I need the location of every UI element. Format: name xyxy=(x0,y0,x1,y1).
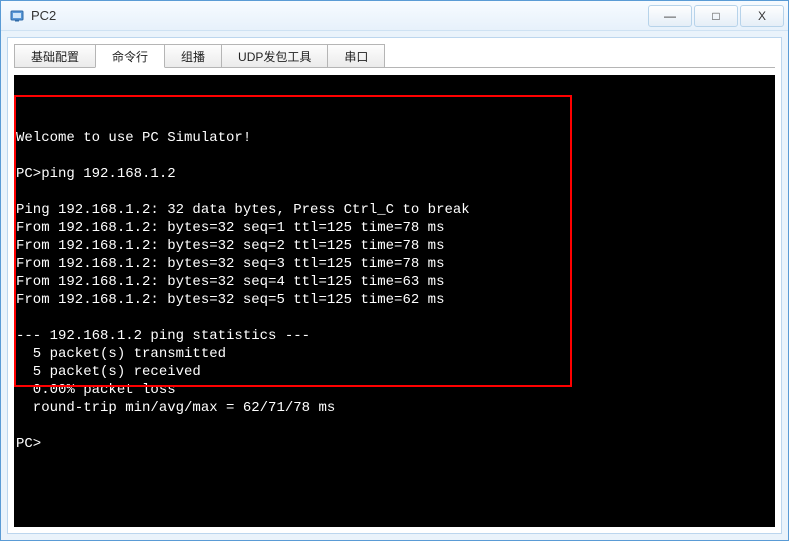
terminal-prompt[interactable]: PC> xyxy=(16,436,41,452)
terminal-line: Ping 192.168.1.2: 32 data bytes, Press C… xyxy=(16,202,470,218)
tab-label: 串口 xyxy=(344,48,368,65)
tab-label: 基础配置 xyxy=(31,48,79,65)
tab-udp-tool[interactable]: UDP发包工具 xyxy=(221,44,328,68)
minimize-button[interactable]: — xyxy=(648,5,692,27)
terminal[interactable]: Welcome to use PC Simulator! PC>ping 192… xyxy=(14,75,775,527)
terminal-line: From 192.168.1.2: bytes=32 seq=1 ttl=125… xyxy=(16,220,444,236)
terminal-line: round-trip min/avg/max = 62/71/78 ms xyxy=(16,400,335,416)
maximize-button[interactable]: □ xyxy=(694,5,738,27)
tab-label: 组播 xyxy=(181,48,205,65)
application-window: PC2 — □ X 基础配置 命令行 组播 UDP发包工具 串口 Welcome… xyxy=(0,0,789,541)
terminal-line: 5 packet(s) transmitted xyxy=(16,346,226,362)
terminal-line: From 192.168.1.2: bytes=32 seq=4 ttl=125… xyxy=(16,274,444,290)
tab-label: 命令行 xyxy=(112,48,148,65)
tab-strip: 基础配置 命令行 组播 UDP发包工具 串口 xyxy=(8,38,781,68)
window-controls: — □ X xyxy=(648,5,784,27)
tab-label: UDP发包工具 xyxy=(238,48,311,65)
tab-multicast[interactable]: 组播 xyxy=(164,44,222,68)
terminal-line: 5 packet(s) received xyxy=(16,364,201,380)
terminal-line: 0.00% packet loss xyxy=(16,382,176,398)
client-area: 基础配置 命令行 组播 UDP发包工具 串口 Welcome to use PC… xyxy=(7,37,782,534)
terminal-line: From 192.168.1.2: bytes=32 seq=3 ttl=125… xyxy=(16,256,444,272)
terminal-line: --- 192.168.1.2 ping statistics --- xyxy=(16,328,310,344)
terminal-line: Welcome to use PC Simulator! xyxy=(16,130,251,146)
titlebar[interactable]: PC2 — □ X xyxy=(1,1,788,31)
tab-basic-config[interactable]: 基础配置 xyxy=(14,44,96,68)
window-title: PC2 xyxy=(31,8,56,23)
terminal-line: From 192.168.1.2: bytes=32 seq=5 ttl=125… xyxy=(16,292,444,308)
app-icon xyxy=(9,8,25,24)
tab-serial[interactable]: 串口 xyxy=(327,44,385,68)
terminal-output: Welcome to use PC Simulator! PC>ping 192… xyxy=(14,129,775,453)
close-button[interactable]: X xyxy=(740,5,784,27)
terminal-line: PC>ping 192.168.1.2 xyxy=(16,166,176,182)
tab-command-line[interactable]: 命令行 xyxy=(95,44,165,68)
terminal-line: From 192.168.1.2: bytes=32 seq=2 ttl=125… xyxy=(16,238,444,254)
